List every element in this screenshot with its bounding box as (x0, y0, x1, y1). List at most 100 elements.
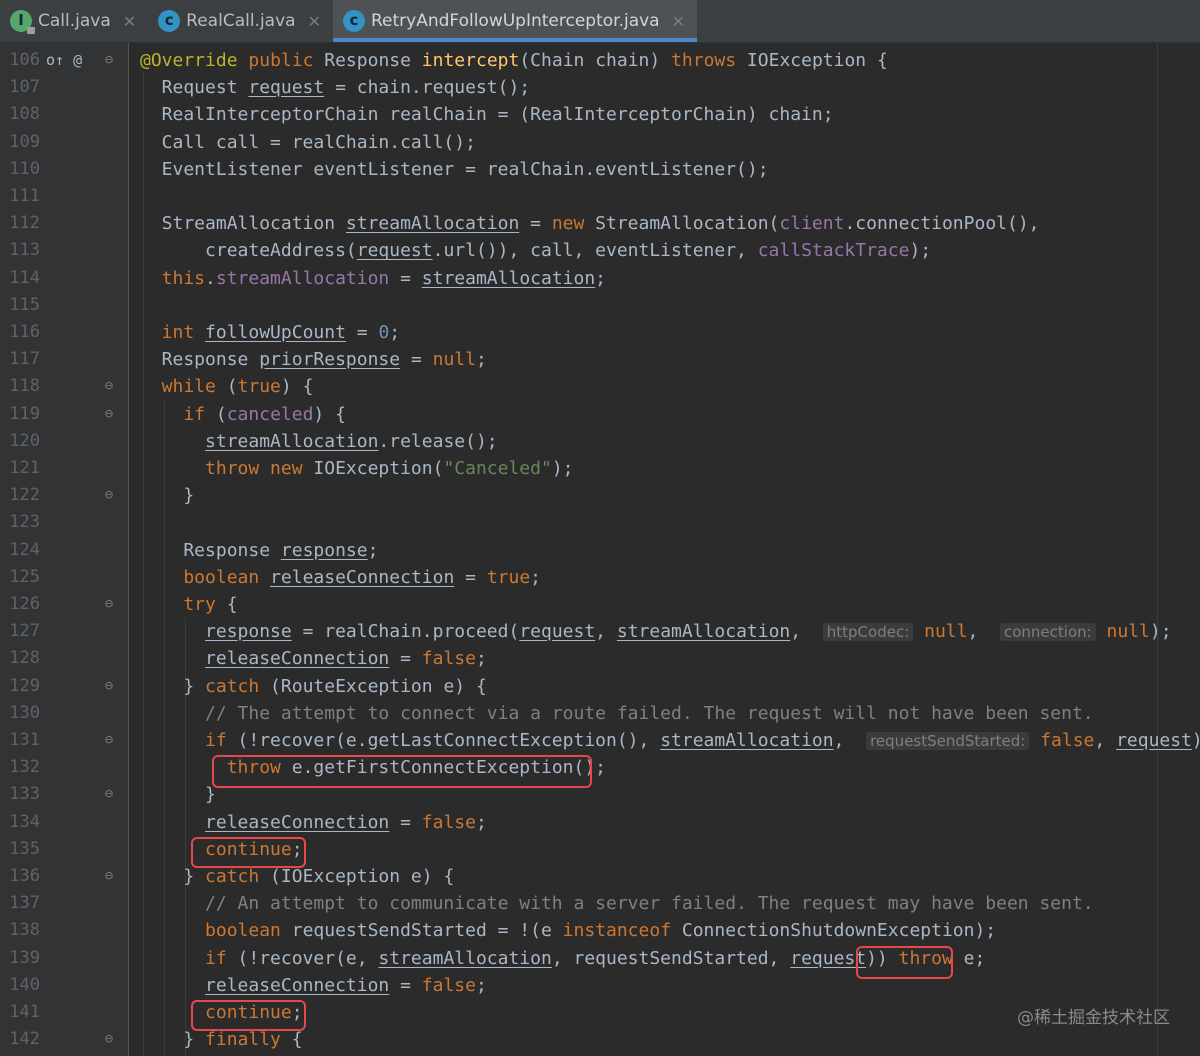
fold-toggle-icon[interactable]: ⊖ (102, 482, 116, 509)
code-token: . (205, 267, 216, 289)
code-token: } (140, 866, 206, 887)
code-token: = (519, 213, 552, 235)
code-line[interactable]: 127 response = realChain.proceed(request… (0, 618, 1200, 645)
code-line[interactable]: 139 if (!recover(e, streamAllocation, re… (0, 945, 1200, 972)
tab-label: RetryAndFollowUpInterceptor.java (370, 11, 660, 31)
tab-retryandfollowupinterceptor-java[interactable]: RetryAndFollowUpInterceptor.java ✕ (332, 0, 698, 42)
code-line[interactable]: 117 Response priorResponse = null; (0, 346, 1200, 373)
code-line[interactable]: 119 ⊖ if (canceled) { (0, 401, 1200, 428)
code-line[interactable]: 142 ⊖ } finally { (0, 1026, 1200, 1053)
code-line[interactable]: 107 Request request = chain.request(); (0, 74, 1200, 101)
line-number: 138 (9, 920, 40, 941)
fold-toggle-icon[interactable]: ⊖ (102, 401, 116, 428)
code-line[interactable]: 113 createAddress(request.url()), call, … (0, 237, 1200, 264)
code-line[interactable]: 123 (0, 509, 1200, 536)
fold-toggle-icon[interactable]: ⊖ (102, 1026, 116, 1053)
code-text: StreamAllocation streamAllocation = new … (140, 210, 1040, 237)
code-token: request (790, 947, 867, 969)
code-token: EventListener eventListener = realChain.… (140, 158, 769, 180)
code-token: streamAllocation (215, 267, 390, 289)
code-token: throw (898, 947, 953, 969)
tab-call-java[interactable]: Call.java ✕ (0, 0, 148, 42)
code-line[interactable]: 135 continue; (0, 836, 1200, 863)
close-icon[interactable]: ✕ (672, 12, 685, 31)
code-editor[interactable]: 106 o↑ @ ⊖ @Override public Response interc… (0, 43, 1200, 1056)
fold-toggle-icon[interactable]: ⊖ (102, 781, 116, 808)
code-token: response (205, 621, 292, 643)
code-token: ; (475, 648, 487, 670)
code-line[interactable]: 106 o↑ @ ⊖ @Override public Response interc… (0, 47, 1200, 74)
fold-toggle-icon[interactable]: ⊖ (102, 727, 116, 754)
line-number: 123 (9, 512, 40, 533)
code-line[interactable]: 126 ⊖ try { (0, 591, 1200, 618)
code-line[interactable]: 109 Call call = realChain.call(); (0, 129, 1200, 156)
code-line[interactable]: 120 streamAllocation.release(); (0, 428, 1200, 455)
code-line[interactable]: 115 (0, 292, 1200, 319)
code-line[interactable]: 128 releaseConnection = false; (0, 645, 1200, 672)
code-line[interactable]: 138 boolean requestSendStarted = !(e ins… (0, 917, 1200, 944)
code-token: streamAllocation (421, 267, 596, 289)
fold-toggle-icon[interactable]: ⊖ (102, 863, 116, 890)
override-marker-icon[interactable]: o↑ @ (46, 47, 96, 74)
code-token: followUpCount (205, 322, 346, 343)
code-text: while (true) { (140, 373, 314, 400)
code-line[interactable]: 121 throw new IOException("Canceled"); (0, 455, 1200, 482)
line-number: 128 (9, 648, 40, 669)
code-line[interactable]: 133 ⊖ } (0, 781, 1200, 808)
code-text: releaseConnection = false; (140, 972, 487, 999)
code-line[interactable]: 125 boolean releaseConnection = true; (0, 564, 1200, 591)
code-line[interactable]: 136 ⊖ } catch (IOException e) { (0, 863, 1200, 890)
code-line[interactable]: 137 // An attempt to communicate with a … (0, 890, 1200, 917)
code-token: null (1106, 621, 1150, 643)
code-line[interactable]: 118 ⊖ while (true) { (0, 373, 1200, 400)
code-token: // The attempt to connect via a route fa… (140, 702, 1094, 724)
code-line[interactable]: 116 int followUpCount = 0; (0, 319, 1200, 346)
code-line[interactable]: 108 RealInterceptorChain realChain = (Re… (0, 101, 1200, 128)
code-line[interactable]: 131 ⊖ if (!recover(e.getLastConnectExcept… (0, 727, 1200, 754)
close-icon[interactable]: ✕ (308, 12, 321, 31)
tab-realcall-java[interactable]: RealCall.java ✕ (148, 0, 333, 42)
code-line[interactable]: 111 (0, 183, 1200, 210)
code-line[interactable]: 132 throw e.getFirstConnectException(); (0, 754, 1200, 781)
code-token: .connectionPool(), (844, 213, 1040, 235)
line-number: 112 (9, 213, 40, 234)
code-token: IOException { (736, 50, 888, 71)
code-line[interactable]: 110 EventListener eventListener = realCh… (0, 156, 1200, 183)
code-line[interactable]: 134 releaseConnection = false; (0, 809, 1200, 836)
code-token: ; (530, 566, 542, 588)
code-text: // The attempt to connect via a route fa… (140, 700, 1094, 727)
fold-toggle-icon[interactable]: ⊖ (102, 47, 116, 74)
code-text: continue; (140, 836, 303, 863)
code-line[interactable]: 129 ⊖ } catch (RouteException e) { (0, 673, 1200, 700)
code-line[interactable]: 140 releaseConnection = false; (0, 972, 1200, 999)
code-token: continue (140, 1002, 292, 1023)
code-text: Request request = chain.request(); (140, 74, 530, 101)
code-token: streamAllocation (660, 730, 834, 751)
code-token: int (140, 322, 195, 343)
code-line[interactable]: 122 ⊖ } (0, 482, 1200, 509)
close-icon[interactable]: ✕ (123, 12, 136, 31)
code-text: int followUpCount = 0; (140, 319, 400, 346)
code-token: , (967, 621, 1000, 643)
code-text: continue; (140, 999, 303, 1026)
code-token: priorResponse (259, 349, 401, 371)
code-text: if (!recover(e, streamAllocation, reques… (140, 945, 985, 972)
code-line[interactable]: 124 Response response; (0, 537, 1200, 564)
code-line[interactable]: 130 // The attempt to connect via a rout… (0, 700, 1200, 727)
code-token: finally (205, 1029, 281, 1051)
code-line[interactable]: 112 StreamAllocation streamAllocation = … (0, 210, 1200, 237)
code-text: try { (140, 591, 237, 618)
fold-toggle-icon[interactable]: ⊖ (102, 673, 116, 700)
tab-label: RealCall.java (186, 11, 296, 31)
code-token: 0 (378, 322, 390, 343)
code-token: response (280, 539, 368, 561)
code-text: this.streamAllocation = streamAllocation… (140, 265, 606, 292)
fold-toggle-icon[interactable]: ⊖ (102, 591, 116, 618)
class-file-icon (158, 10, 181, 32)
fold-toggle-icon[interactable]: ⊖ (102, 373, 116, 400)
ide-window: Call.java✕RealCall.java✕RetryAndFollowUp… (0, 0, 1200, 1056)
code-text: releaseConnection = false; (140, 645, 487, 672)
code-line[interactable]: 114 this.streamAllocation = streamAlloca… (0, 265, 1200, 292)
